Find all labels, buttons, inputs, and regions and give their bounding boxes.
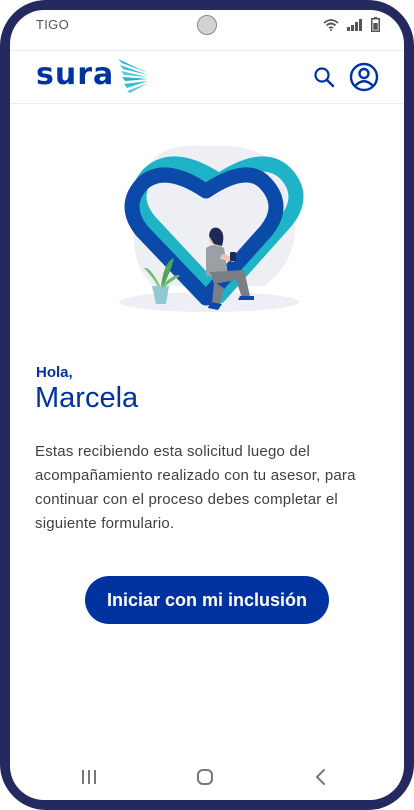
user-profile-icon[interactable] — [349, 62, 379, 92]
signal-icon — [347, 18, 362, 31]
battery-icon — [371, 17, 380, 32]
status-bar: TIGO — [10, 10, 404, 40]
back-icon[interactable] — [312, 768, 330, 786]
start-inclusion-button[interactable]: Iniciar con mi inclusión — [85, 576, 329, 624]
carrier-label: TIGO — [36, 17, 69, 32]
screen: TIGO sura Hola, Marcela Estas recibiendo… — [10, 10, 404, 800]
phone-frame: TIGO sura Hola, Marcela Estas recibiendo… — [0, 0, 414, 810]
sura-wing-icon — [118, 59, 149, 93]
logo-text: sura — [36, 57, 115, 92]
status-icons — [323, 17, 380, 32]
app-header: sura — [10, 50, 404, 104]
sura-logo: sura — [36, 57, 150, 93]
home-icon[interactable] — [196, 768, 214, 786]
front-camera — [197, 15, 217, 35]
search-icon[interactable] — [312, 65, 336, 89]
instruction-message: Estas recibiendo esta solicitud luego de… — [35, 443, 356, 532]
recent-apps-icon[interactable] — [80, 768, 98, 786]
greeting-text: Hola, — [36, 364, 73, 381]
hero-illustration — [119, 145, 304, 312]
wifi-icon — [323, 18, 339, 31]
system-nav-bar — [10, 758, 404, 800]
user-name: Marcela — [35, 382, 139, 414]
